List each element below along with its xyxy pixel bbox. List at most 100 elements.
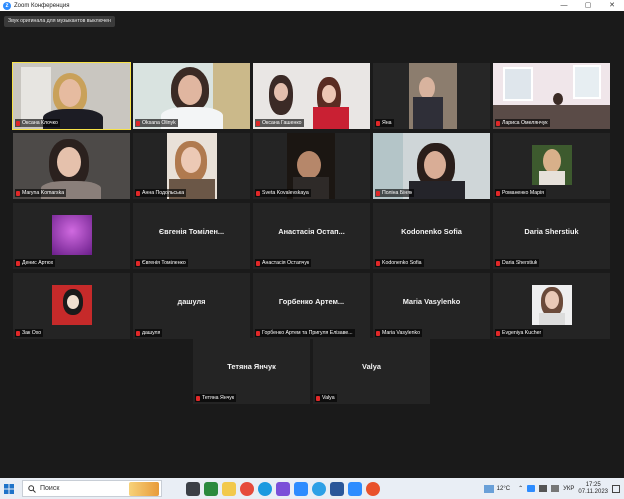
language-indicator[interactable]: УКР (563, 486, 574, 492)
participant-tile[interactable]: Горбенко Артем... Горбенко Артем та Пригу… (253, 273, 370, 339)
participant-caption: Daria Sherstiuk (495, 259, 540, 267)
search-highlight-icon (129, 482, 159, 496)
network-icon[interactable] (539, 485, 548, 492)
participant-name: Горбенко Артем та Пригуля Елізаве... (262, 330, 353, 336)
mic-muted-icon (496, 260, 500, 266)
participant-caption: Анна Подольська (135, 189, 187, 197)
speaker-icon[interactable] (551, 485, 560, 492)
mic-muted-icon (16, 330, 20, 336)
participant-caption: Денис Артюх (15, 259, 56, 267)
participant-name: Зак Охо (22, 330, 42, 336)
participant-name: Evgeniya Kucher (502, 330, 542, 336)
participant-caption: Євгенія Томіленко (135, 259, 188, 267)
participant-caption: Лариса Омелянчук (495, 119, 550, 127)
original-sound-notice: Звук оригинала для музыкантов выключен (4, 16, 115, 27)
participant-caption: Яна (375, 119, 394, 127)
system-tray: 12°C ⌃ УКР 17:25 07.11.2023 (483, 478, 624, 499)
participant-name: Денис Артюх (22, 260, 54, 266)
mic-muted-icon (136, 190, 140, 196)
taskbar-apps (186, 481, 380, 496)
edge-icon[interactable] (258, 481, 272, 496)
clock[interactable]: 17:25 07.11.2023 (578, 482, 608, 496)
participant-tile[interactable]: Лариса Омелянчук (493, 63, 610, 129)
maximize-button[interactable]: ▢ (576, 0, 600, 11)
participant-name: Анна Подольська (142, 190, 185, 196)
participant-display-name: Анастасія Остап... (278, 227, 345, 236)
mic-muted-icon (376, 190, 380, 196)
minimize-button[interactable]: — (552, 0, 576, 11)
participant-tile[interactable]: Oksana Olinyk (133, 63, 250, 129)
participant-tile[interactable]: Тетяна Янчук Тетяна Янчук (193, 338, 310, 404)
participant-tile[interactable]: Kodonenko Sofia Kodonenko Sofia (373, 203, 490, 269)
participant-caption: Oksana Olinyk (135, 119, 178, 127)
participant-display-name: Тетяна Янчук (227, 362, 276, 371)
chrome-icon[interactable] (240, 481, 254, 496)
participant-name: Daria Sherstiuk (502, 260, 538, 266)
participant-tile[interactable]: Maryna Komarska (13, 133, 130, 199)
participant-tile[interactable]: Daria Sherstiuk Daria Sherstiuk (493, 203, 610, 269)
participant-caption: Kodonenko Sofia (375, 259, 424, 267)
participant-tile[interactable]: Зак Охо (13, 273, 130, 339)
mic-muted-icon (376, 330, 380, 336)
file-explorer-icon[interactable] (222, 481, 236, 496)
clock-time: 17:25 (585, 481, 601, 488)
zoom-taskbar-icon-2[interactable] (348, 481, 362, 496)
participant-tile[interactable]: дашуля дашуля (133, 273, 250, 339)
task-view-icon[interactable] (186, 481, 200, 496)
window-controls: — ▢ ✕ (552, 0, 624, 11)
mic-muted-icon (136, 260, 140, 266)
participant-tile[interactable]: Maria Vasylenko Maria Vasylenko (373, 273, 490, 339)
weather-icon (483, 484, 494, 493)
participant-name: Sveta Kovalevskaya (262, 190, 309, 196)
participant-tile[interactable]: Анастасія Остап... Анастасія Остапчук (253, 203, 370, 269)
participant-caption: Горбенко Артем та Пригуля Елізаве... (255, 329, 355, 337)
zoom-tray-icon[interactable] (527, 485, 536, 492)
participant-name: Анастасія Остапчук (262, 260, 310, 266)
mic-muted-icon (136, 330, 140, 336)
mic-muted-icon (496, 330, 500, 336)
mic-muted-icon (316, 395, 320, 401)
mic-muted-icon (136, 120, 140, 126)
taskbar: Поиск 12°C ⌃ УКР 17:25 07.11.2023 (0, 478, 624, 499)
participant-tile[interactable]: Денис Артюх (13, 203, 130, 269)
taskbar-search[interactable]: Поиск (22, 480, 162, 497)
notifications-icon[interactable] (612, 484, 620, 493)
participant-display-name: Горбенко Артем... (278, 297, 345, 306)
word-icon[interactable] (330, 481, 344, 496)
participant-tile[interactable]: Оксана Клочко (12, 62, 131, 130)
participant-tile[interactable]: Євгенія Томілен... Євгенія Томіленко (133, 203, 250, 269)
participant-name: Kodonenko Sofia (382, 260, 422, 266)
participant-name: Maryna Komarska (22, 190, 65, 196)
opera-icon[interactable] (366, 481, 380, 496)
mic-muted-icon (16, 260, 20, 266)
mic-muted-icon (196, 395, 200, 401)
participant-caption: Sveta Kovalevskaya (255, 189, 311, 197)
widgets-icon[interactable] (204, 481, 218, 496)
start-button[interactable] (0, 478, 18, 499)
close-button[interactable]: ✕ (600, 0, 624, 11)
participant-tile[interactable]: Анна Подольська (133, 133, 250, 199)
mic-muted-icon (256, 120, 260, 126)
participant-tile[interactable]: Valya Valya (313, 338, 430, 404)
participant-caption: Поліна Біняк (375, 189, 415, 197)
tray-chevron-icon[interactable]: ⌃ (518, 485, 523, 492)
zoom-taskbar-icon[interactable] (294, 481, 308, 496)
participant-display-name: Daria Sherstiuk (524, 227, 579, 236)
participant-tile[interactable]: Романенко Марія (493, 133, 610, 199)
mic-muted-icon (496, 190, 500, 196)
participant-tile[interactable]: Оксана Гашенко (253, 63, 370, 129)
mic-muted-icon (16, 120, 20, 126)
participant-name: Valya (322, 395, 335, 401)
participant-name: дашуля (142, 330, 161, 336)
window-title: Zoom Конференция (14, 2, 70, 9)
participant-caption: Оксана Клочко (15, 119, 60, 127)
participant-name: Oksana Olinyk (142, 120, 176, 126)
participant-tile[interactable]: Evgeniya Kucher (493, 273, 610, 339)
participant-display-name: Kodonenko Sofia (401, 227, 462, 236)
participant-tile[interactable]: Поліна Біняк (373, 133, 490, 199)
participant-tile[interactable]: Sveta Kovalevskaya (253, 133, 370, 199)
clock-date: 07.11.2023 (578, 488, 608, 495)
viber-icon[interactable] (276, 481, 290, 496)
telegram-icon[interactable] (312, 481, 326, 496)
participant-tile[interactable]: Яна (373, 63, 490, 129)
